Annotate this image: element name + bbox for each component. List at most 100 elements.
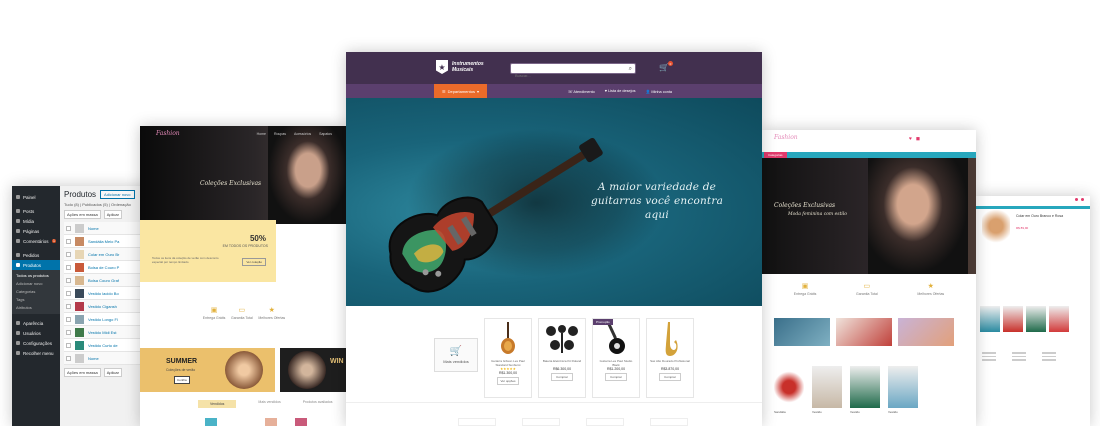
gift-icon: ▣	[210, 307, 218, 314]
nav-sapatos[interactable]: Sapatos	[319, 132, 332, 136]
cart-icon[interactable]: 🛒 0	[659, 61, 673, 72]
hero-tagline: A maior variedade de guitarras você enco…	[590, 181, 724, 222]
category-tile[interactable]	[836, 318, 892, 346]
cart-icon[interactable]	[1081, 198, 1084, 201]
row-checkbox[interactable]	[66, 277, 71, 283]
submenu-attributes[interactable]: Atributos	[12, 304, 60, 312]
menu-configuracoes[interactable]: Configurações	[12, 338, 60, 348]
winter-banner[interactable]: WIN	[280, 348, 348, 392]
row-checkbox[interactable]	[66, 316, 71, 322]
winter-title: WIN	[330, 358, 344, 365]
product-card[interactable]: Vestido	[812, 366, 842, 414]
product-card[interactable]: Sax Alto Dourado Profissional R$3.870,00…	[646, 318, 694, 398]
heart-icon[interactable]: ♥	[909, 136, 912, 142]
summer-button[interactable]: Confira	[174, 376, 190, 384]
nav-roupas[interactable]: Roupas	[274, 132, 286, 136]
menu-aparencia[interactable]: Aparência	[12, 318, 60, 328]
menu-painel[interactable]: Painel	[12, 192, 60, 202]
product-card[interactable]	[650, 418, 688, 426]
row-checkbox[interactable]	[66, 264, 71, 270]
menu-usuarios[interactable]: Usuários	[12, 328, 60, 338]
search-icon[interactable]: ⌕	[629, 65, 632, 73]
summer-banner[interactable]: SUMMER Coleções de verão Confira	[140, 348, 275, 392]
store-logo[interactable]: Fashion	[156, 130, 180, 137]
category-tile[interactable]	[898, 318, 954, 346]
product-card[interactable]: Bateria Eletrônica Kit Roland R$6.300,00…	[538, 318, 586, 398]
product-thumbnail[interactable]	[235, 418, 247, 426]
product-thumbnail[interactable]	[1049, 306, 1069, 332]
product-thumbnail[interactable]	[295, 418, 307, 426]
link-atendimento[interactable]: ☏ Atendimento	[568, 89, 595, 94]
submenu-all-products[interactable]: Todos os produtos	[12, 272, 60, 280]
product-card[interactable]	[458, 418, 496, 426]
product-card[interactable]: Guitarra Gibson Les Paul Standard Sunbur…	[484, 318, 532, 398]
product-page-screenshot: Colar em Ouro Branco e Rosa R$ 89,90	[976, 196, 1090, 426]
product-price: R$ 89,90	[1016, 226, 1029, 230]
nav-acessorios[interactable]: Acessórios	[294, 132, 311, 136]
buy-button[interactable]: Comprar	[659, 373, 681, 381]
product-card[interactable]: Vestido	[888, 366, 918, 414]
product-thumbnail[interactable]	[980, 306, 1000, 332]
submenu-add-new[interactable]: Adicionar novo	[12, 280, 60, 288]
nav-home[interactable]: Home	[257, 132, 266, 136]
star-shield-icon: ★	[436, 60, 448, 74]
options-button[interactable]: Ver opções	[497, 377, 519, 385]
product-thumbnail[interactable]	[265, 418, 277, 426]
row-checkbox[interactable]	[66, 238, 71, 244]
product-card[interactable]: Promoção Guitarra Les Paul Studio Black …	[592, 318, 640, 398]
main-nav: Fashion Home Roupas Acessórios Sapatos	[140, 130, 348, 137]
menu-midia[interactable]: Mídia	[12, 216, 60, 226]
comments-badge: 1	[51, 239, 57, 243]
link-wishlist[interactable]: ♥ Lista de desejos	[605, 89, 636, 93]
product-card[interactable]: Vestido	[850, 366, 880, 414]
product-card[interactable]: Sandália	[774, 366, 804, 414]
tab-avaliados[interactable]: Produtos avaliados	[303, 400, 333, 408]
tab-vendidos[interactable]: Vendidos	[198, 400, 237, 408]
product-card[interactable]	[586, 418, 624, 426]
menu-comentarios[interactable]: Comentários 1	[12, 236, 60, 246]
row-checkbox[interactable]	[66, 251, 71, 257]
category-tile[interactable]	[774, 318, 830, 346]
heart-icon[interactable]	[1075, 198, 1078, 201]
shop-logo[interactable]: ★ Instrumentos Musicais	[436, 60, 484, 74]
apply-button[interactable]: Aplicar	[103, 210, 122, 219]
tab-mais-vendidos[interactable]: Mais vendidos	[258, 400, 280, 408]
departments-button[interactable]: ☰ Departamentos ▾	[434, 84, 487, 98]
menu-posts[interactable]: Posts	[12, 206, 60, 216]
promo-button[interactable]: Ver coleção	[242, 258, 266, 266]
more-products-row	[458, 418, 688, 426]
add-new-button[interactable]: Adicionar novo	[100, 190, 135, 199]
page-header	[976, 196, 1090, 206]
select-all-checkbox[interactable]	[66, 225, 71, 231]
product-card[interactable]	[522, 418, 560, 426]
submenu-tags[interactable]: Tags	[12, 296, 60, 304]
apply-button[interactable]: Aplicar	[103, 368, 122, 377]
product-image	[596, 322, 636, 356]
bulk-actions-select[interactable]: Ações em massa	[64, 368, 101, 377]
buy-button[interactable]: Comprar	[605, 373, 627, 381]
select-all-checkbox[interactable]	[66, 355, 71, 361]
features-row: ▣ Entrega Grátis ▭ Garantia Total ★ Melhore…	[774, 282, 964, 296]
submenu-categories[interactable]: Categorias	[12, 288, 60, 296]
menu-produtos[interactable]: Produtos	[12, 260, 60, 270]
category-tiles	[774, 318, 954, 346]
product-image	[488, 322, 528, 356]
row-checkbox[interactable]	[66, 329, 71, 335]
row-checkbox[interactable]	[66, 303, 71, 309]
buy-button[interactable]: Comprar	[551, 373, 573, 381]
product-thumbnails	[205, 418, 307, 426]
product-thumbnail[interactable]	[1026, 306, 1046, 332]
link-account[interactable]: 👤 Minha conta	[646, 89, 672, 94]
cart-icon[interactable]: ◼	[916, 136, 920, 142]
row-checkbox[interactable]	[66, 290, 71, 296]
search-input[interactable]	[511, 71, 621, 80]
row-checkbox[interactable]	[66, 342, 71, 348]
menu-pedidos[interactable]: Pedidos	[12, 250, 60, 260]
shop-header: ★ InstrumentosMusicais ⌕ 🛒0	[346, 52, 762, 84]
product-thumbnail[interactable]	[205, 418, 217, 426]
product-thumbnail[interactable]	[1003, 306, 1023, 332]
menu-paginas[interactable]: Páginas	[12, 226, 60, 236]
bulk-actions-select[interactable]: Ações em massa	[64, 210, 101, 219]
menu-recolher[interactable]: Recolher menu	[12, 348, 60, 358]
store-logo[interactable]: Fashion	[774, 134, 798, 141]
